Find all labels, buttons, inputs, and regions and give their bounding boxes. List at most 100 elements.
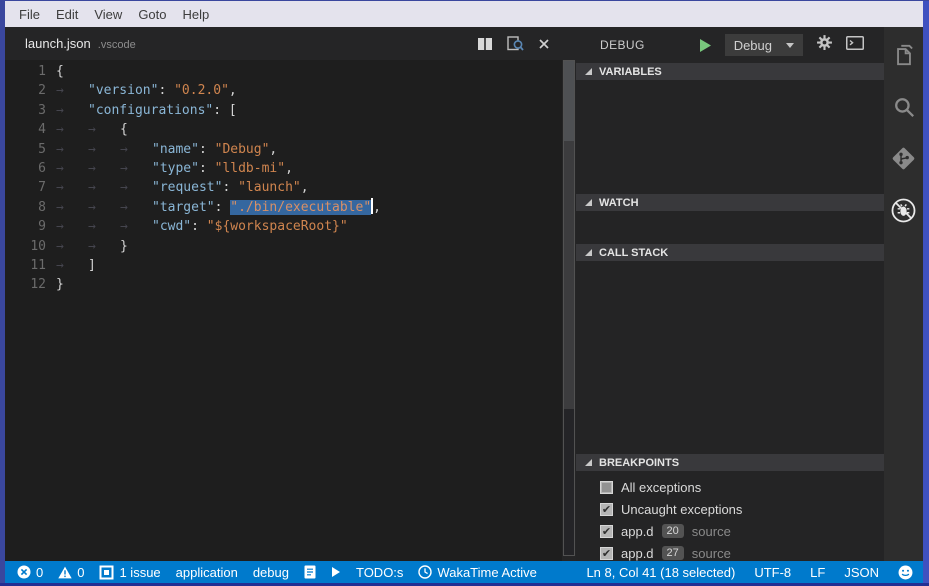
check-icon: ✔ (602, 526, 611, 537)
code-line-2[interactable]: 2→"version": "0.2.0", (5, 81, 562, 100)
close-icon[interactable] (538, 38, 550, 50)
line-number[interactable]: 5 (5, 140, 46, 159)
tab-launch-json[interactable]: launch.json .vscode (5, 36, 136, 51)
section-header-watch[interactable]: WATCH (576, 194, 884, 211)
breakpoint-row[interactable]: ✔app.d20source (576, 520, 884, 542)
menu-view[interactable]: View (90, 4, 126, 25)
breakpoint-row[interactable]: ✔app.d27source (576, 542, 884, 561)
code-editor[interactable]: 1{2→"version": "0.2.0",3→"configurations… (5, 60, 562, 561)
line-number[interactable]: 4 (5, 120, 46, 139)
line-content: →→→"cwd": "${workspaceRoot}" (56, 217, 348, 236)
code-line-11[interactable]: 11→] (5, 256, 562, 275)
line-number[interactable]: 3 (5, 101, 46, 120)
section-header-call-stack[interactable]: CALL STACK (576, 244, 884, 261)
status-lf[interactable]: LF (810, 565, 825, 580)
code-line-12[interactable]: 12} (5, 275, 562, 294)
tab-whitespace-arrow: → (120, 159, 152, 178)
checkbox-unchecked[interactable] (600, 481, 613, 494)
open-preview-icon[interactable] (507, 36, 524, 52)
checkbox-checked[interactable]: ✔ (600, 525, 613, 538)
status-right: Ln 8, Col 41 (18 selected) UTF-8 LF JSON (586, 565, 913, 580)
gear-icon[interactable] (816, 34, 833, 56)
menu-edit[interactable]: Edit (52, 4, 82, 25)
status-json[interactable]: JSON (844, 565, 879, 580)
status-label: debug (253, 565, 289, 580)
status-1-issue[interactable]: 1 issue (99, 565, 160, 580)
debug-config-dropdown[interactable]: Debug (725, 34, 803, 56)
code-line-5[interactable]: 5→→→"name": "Debug", (5, 140, 562, 159)
code-line-8[interactable]: 8→→→"target": "./bin/executable", (5, 198, 562, 217)
code-line-4[interactable]: 4→→{ (5, 120, 562, 139)
collapse-triangle-icon (585, 459, 592, 466)
breakpoint-row[interactable]: ✔Uncaught exceptions (576, 498, 884, 520)
code-line-10[interactable]: 10→→} (5, 237, 562, 256)
code-token: } (56, 277, 64, 292)
editor-scrollbar[interactable] (562, 27, 576, 561)
editor-group: launch.json .vscode 1{2→"version": "0.2.… (5, 27, 562, 561)
breakpoint-row[interactable]: All exceptions (576, 476, 884, 498)
code-token: "configurations" (88, 103, 213, 118)
code-token: : (199, 161, 215, 176)
warning-icon (58, 566, 72, 579)
vscode-window: File Edit View Goto Help launch.json .vscode (0, 0, 929, 586)
start-debug-button[interactable] (699, 38, 712, 53)
debug-icon[interactable] (890, 197, 917, 224)
section-label: CALL STACK (599, 247, 668, 259)
line-number[interactable]: 11 (5, 256, 46, 275)
checkbox-fill (602, 483, 611, 492)
menu-goto[interactable]: Goto (134, 4, 170, 25)
status-doc-icon[interactable] (304, 565, 316, 579)
status-application[interactable]: application (176, 565, 238, 580)
code-token: , (229, 83, 237, 98)
line-content: →→{ (56, 120, 128, 139)
code-token: : (215, 200, 231, 215)
status-debug[interactable]: debug (253, 565, 289, 580)
section-header-variables[interactable]: VARIABLES (576, 63, 884, 80)
code-line-9[interactable]: 9 →→→"cwd": "${workspaceRoot}" (5, 217, 562, 236)
status-label: Ln 8, Col 41 (18 selected) (586, 565, 735, 580)
line-number[interactable]: 2 (5, 81, 46, 100)
section-header-breakpoints[interactable]: BREAKPOINTS (576, 454, 884, 471)
scrollbar-thumb[interactable] (563, 60, 575, 556)
code-token: { (120, 122, 128, 137)
files-icon[interactable] (890, 41, 917, 68)
status-wakatime-active[interactable]: WakaTime Active (418, 565, 536, 580)
debug-console-icon[interactable] (846, 36, 864, 55)
line-number[interactable]: 1 (5, 62, 46, 81)
code-line-6[interactable]: 6→→→"type": "lldb-mi", (5, 159, 562, 178)
line-number[interactable]: 6 (5, 159, 46, 178)
status-ln-8-col-41-18-selected[interactable]: Ln 8, Col 41 (18 selected) (586, 565, 735, 580)
debug-config-label: Debug (734, 38, 772, 53)
tab-filename: launch.json (25, 36, 91, 51)
menu-file[interactable]: File (15, 4, 44, 25)
status-0[interactable]: 0 (17, 565, 43, 580)
status-play-icon[interactable] (331, 566, 341, 578)
menu-help[interactable]: Help (179, 4, 214, 25)
code-line-3[interactable]: 3→"configurations": [ (5, 101, 562, 120)
code-token: : (191, 219, 207, 234)
status-label: UTF-8 (754, 565, 791, 580)
debug-sidebar: DEBUG Debug VARIA (576, 27, 884, 561)
status-utf-8[interactable]: UTF-8 (754, 565, 791, 580)
status-smiley-icon[interactable] (898, 565, 913, 580)
checkbox-checked[interactable]: ✔ (600, 547, 613, 560)
line-number[interactable]: 12 (5, 275, 46, 294)
line-number[interactable]: 9 (5, 217, 46, 236)
checkbox-checked[interactable]: ✔ (600, 503, 613, 516)
tab-whitespace-arrow: → (56, 120, 88, 139)
chevron-down-icon (786, 43, 794, 48)
activity-bar (884, 27, 923, 561)
tab-whitespace-arrow: → (56, 101, 88, 120)
status-0[interactable]: 0 (58, 565, 84, 580)
code-line-1[interactable]: 1{ (5, 62, 562, 81)
git-icon[interactable] (890, 145, 917, 172)
line-number[interactable]: 7 (5, 178, 46, 197)
code-line-7[interactable]: 7→→→"request": "launch", (5, 178, 562, 197)
line-number[interactable]: 10 (5, 237, 46, 256)
status-todo-s[interactable]: TODO:s (356, 565, 403, 580)
line-number[interactable]: 8 (5, 198, 46, 217)
section-body-call-stack (576, 261, 884, 454)
split-editor-icon[interactable] (477, 37, 493, 51)
search-icon[interactable] (890, 93, 917, 120)
check-icon: ✔ (602, 504, 611, 515)
